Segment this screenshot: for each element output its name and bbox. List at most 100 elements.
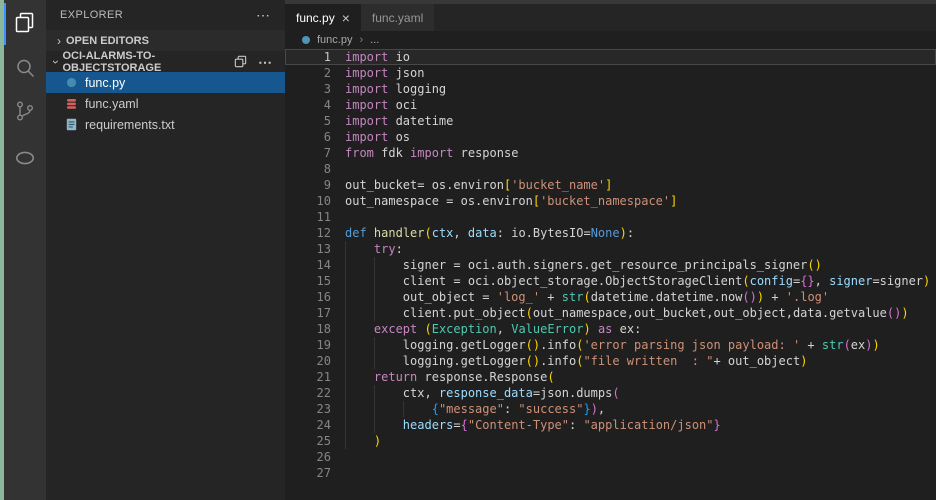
code-text: try:: [345, 241, 403, 257]
code-line[interactable]: 13 try:: [285, 241, 936, 257]
code-line[interactable]: 27: [285, 465, 936, 481]
line-number: 9: [285, 177, 331, 193]
code-line[interactable]: 9 out_bucket= os.environ['bucket_name']: [285, 177, 936, 193]
code-line[interactable]: 25 ): [285, 433, 936, 449]
line-number: 7: [285, 145, 331, 161]
code-line[interactable]: 10out_namespace = os.environ['bucket_nam…: [285, 193, 936, 209]
tab-func-py[interactable]: func.py ×: [285, 4, 361, 31]
code-text: logging.getLogger().info("file written :…: [345, 353, 807, 369]
folder-more-button[interactable]: ⋯: [258, 57, 273, 67]
line-number: 24: [285, 417, 331, 433]
breadcrumb: func.py › ...: [285, 31, 936, 49]
close-icon[interactable]: ×: [342, 12, 350, 24]
line-number: 17: [285, 305, 331, 321]
tab-bar: func.py × func.yaml: [285, 4, 936, 31]
tab-func-yaml[interactable]: func.yaml: [361, 4, 435, 31]
source-control-icon: [13, 99, 37, 123]
code-line[interactable]: 17 client.put_object(out_namespace,out_b…: [285, 305, 936, 321]
line-number: 20: [285, 353, 331, 369]
code-text: headers={"Content-Type": "application/js…: [345, 417, 721, 433]
source-control-activity-button[interactable]: [4, 89, 46, 133]
line-number: 19: [285, 337, 331, 353]
text-file-icon: [64, 118, 78, 131]
breadcrumb-file[interactable]: func.py: [317, 34, 352, 46]
code-text: import oci: [345, 97, 417, 113]
code-text: logging.getLogger().info('error parsing …: [345, 337, 880, 353]
code-line[interactable]: 5import datetime: [285, 113, 936, 129]
code-line[interactable]: 3import logging: [285, 81, 936, 97]
code-line[interactable]: 19 logging.getLogger().info('error parsi…: [285, 337, 936, 353]
indent-guide: [374, 337, 375, 353]
code-line[interactable]: 15 client = oci.object_storage.ObjectSto…: [285, 273, 936, 289]
code-text: except (Exception, ValueError) as ex:: [345, 321, 641, 337]
chevron-right-icon: ›: [52, 34, 66, 48]
indent-guide: [403, 401, 404, 417]
code-line[interactable]: 24 headers={"Content-Type": "application…: [285, 417, 936, 433]
code-line[interactable]: 4 import oci: [285, 97, 936, 113]
indent-guide: [345, 241, 346, 257]
code-line[interactable]: 12def handler(ctx, data: io.BytesIO=None…: [285, 225, 936, 241]
code-line[interactable]: 7 from fdk import response: [285, 145, 936, 161]
search-activity-button[interactable]: [4, 46, 46, 90]
code-text: import io: [345, 49, 410, 65]
line-number: 13: [285, 241, 331, 257]
code-line[interactable]: 1import io: [285, 49, 936, 65]
indent-guide: [374, 289, 375, 305]
code-text: out_bucket= os.environ['bucket_name']: [345, 177, 612, 193]
explorer-sidebar: EXPLORER ⋯ › OPEN EDITORS › OCI-ALARMS-T…: [46, 0, 285, 500]
explorer-activity-button[interactable]: [4, 1, 46, 45]
sidebar-more-button[interactable]: ⋯: [256, 10, 271, 20]
file-item-func-yaml[interactable]: func.yaml: [46, 93, 285, 114]
code-line[interactable]: 23 {"message": "success"}),: [285, 401, 936, 417]
code-text: client = oci.object_storage.ObjectStorag…: [345, 273, 930, 289]
indent-guide: [345, 433, 346, 449]
line-number: 8: [285, 161, 331, 177]
line-number: 2: [285, 65, 331, 81]
line-number: 14: [285, 257, 331, 273]
code-text: out_object = 'log_' + str(datetime.datet…: [345, 289, 829, 305]
line-number: 6: [285, 129, 331, 145]
file-item-func-py[interactable]: func.py: [46, 72, 285, 93]
extension-activity-button[interactable]: [4, 136, 46, 180]
code-editor[interactable]: 1import io2 import json3import logging4 im…: [285, 49, 936, 481]
open-editors-section[interactable]: › OPEN EDITORS: [46, 30, 285, 51]
line-number: 12: [285, 225, 331, 241]
code-line[interactable]: 21 return response.Response(: [285, 369, 936, 385]
code-line[interactable]: 11: [285, 209, 936, 225]
indent-guide: [374, 401, 375, 417]
python-file-icon: [64, 77, 78, 88]
breadcrumb-more[interactable]: ...: [370, 34, 379, 46]
python-file-icon: [302, 36, 310, 44]
file-name: func.py: [85, 76, 125, 90]
code-text: import os: [345, 129, 410, 145]
file-item-requirements-txt[interactable]: requirements.txt: [46, 114, 285, 135]
indent-guide: [345, 369, 346, 385]
line-number: 22: [285, 385, 331, 401]
indent-guide: [345, 289, 346, 305]
indent-guide: [345, 401, 346, 417]
file-name: requirements.txt: [85, 118, 175, 132]
folder-section-header[interactable]: › OCI-ALARMS-TO-OBJECTSTORAGE ⋯: [46, 51, 285, 72]
code-line[interactable]: 8: [285, 161, 936, 177]
code-line[interactable]: 16 out_object = 'log_' + str(datetime.da…: [285, 289, 936, 305]
indent-guide: [374, 353, 375, 369]
code-line[interactable]: 22 ctx, response_data=json.dumps(: [285, 385, 936, 401]
code-line[interactable]: 6 import os: [285, 129, 936, 145]
editor-area: func.py × func.yaml func.py › ... 1impor…: [285, 0, 936, 500]
code-text: import json: [345, 65, 424, 81]
indent-guide: [345, 321, 346, 337]
line-number: 27: [285, 465, 331, 481]
code-line[interactable]: 14 signer = oci.auth.signers.get_resourc…: [285, 257, 936, 273]
code-text: from fdk import response: [345, 145, 518, 161]
indent-guide: [345, 353, 346, 369]
collapse-folders-icon[interactable]: [233, 54, 248, 69]
sidebar-title: EXPLORER: [60, 9, 123, 21]
tab-label: func.py: [296, 11, 335, 25]
code-line[interactable]: 18 except (Exception, ValueError) as ex:: [285, 321, 936, 337]
folder-actions: ⋯: [233, 54, 285, 69]
folder-name: OCI-ALARMS-TO-OBJECTSTORAGE: [62, 50, 233, 74]
code-line[interactable]: 2 import json: [285, 65, 936, 81]
line-number: 4: [285, 97, 331, 113]
code-line[interactable]: 20 logging.getLogger().info("file writte…: [285, 353, 936, 369]
code-line[interactable]: 26: [285, 449, 936, 465]
